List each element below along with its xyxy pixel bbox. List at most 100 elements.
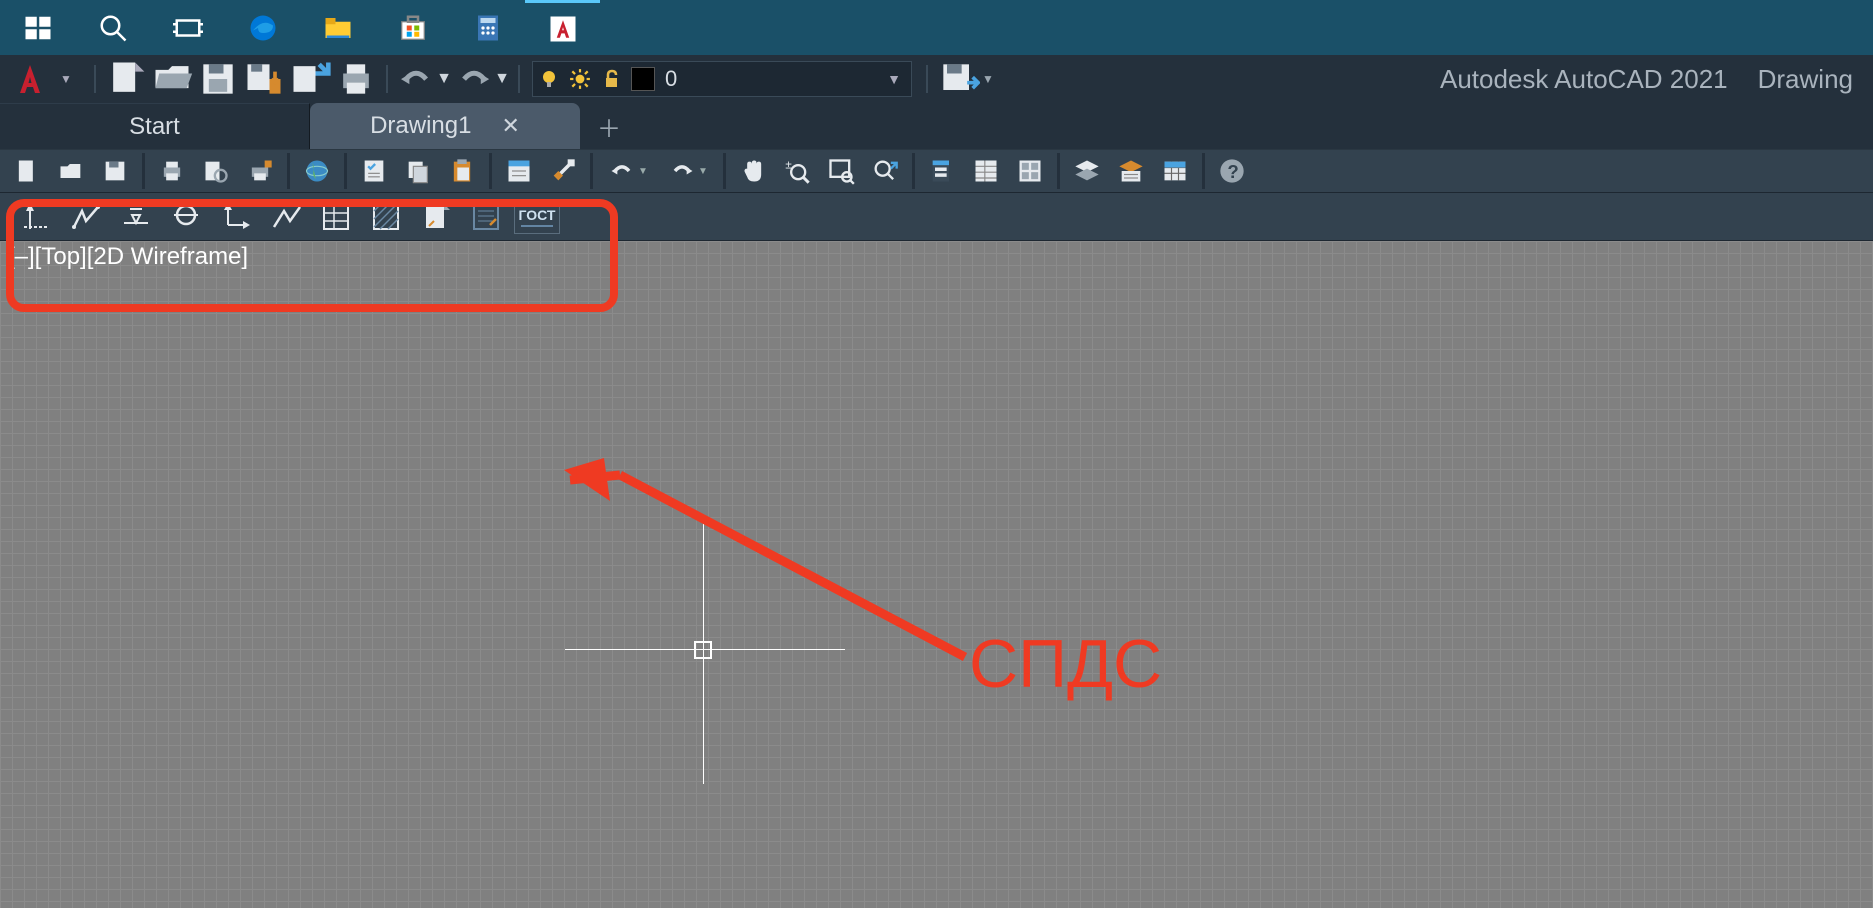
calculator-icon [473, 13, 503, 43]
spds-circle-mark[interactable] [164, 197, 208, 237]
print-button[interactable] [334, 59, 378, 99]
store-button[interactable] [375, 0, 450, 55]
toolbar-separator [142, 153, 145, 189]
close-tab-button[interactable]: ✕ [501, 113, 519, 139]
tab-drawing1[interactable]: Drawing1 ✕ [310, 103, 580, 149]
bulb-icon [539, 69, 559, 89]
tool-palettes[interactable] [921, 152, 963, 190]
share-button[interactable] [936, 59, 980, 99]
search-button[interactable] [75, 0, 150, 55]
tool-print[interactable] [151, 152, 193, 190]
zoom-previous-icon [871, 157, 899, 185]
spds-level[interactable] [114, 197, 158, 237]
spds-gost-button[interactable]: ГОСТ [514, 200, 560, 234]
tool-cut[interactable] [353, 152, 395, 190]
copy-icon [404, 157, 432, 185]
properties-panel-icon [972, 157, 1000, 185]
tool-open[interactable] [50, 152, 92, 190]
tool-redo[interactable]: ▼ [659, 152, 717, 190]
print-icon [334, 57, 378, 101]
tool-layer-state[interactable] [1110, 152, 1152, 190]
chevron-down-icon: ▼ [436, 70, 452, 88]
tool-sheet-set[interactable] [1009, 152, 1051, 190]
chevron-down-icon: ▼ [638, 166, 648, 177]
tool-plot-styles[interactable] [239, 152, 281, 190]
toolbar-separator [344, 153, 347, 189]
save-as-button[interactable] [242, 59, 286, 99]
windows-taskbar [0, 0, 1873, 55]
toolbar-separator [590, 153, 593, 189]
spds-spec-table[interactable] [314, 197, 358, 237]
redo-button[interactable]: ▼ [454, 59, 510, 99]
help-icon: ? [1218, 157, 1246, 185]
spds-axis[interactable] [14, 197, 58, 237]
tab-label: Start [129, 113, 180, 141]
taskview-icon [173, 13, 203, 43]
redo-icon [668, 157, 696, 185]
tool-properties[interactable] [498, 152, 540, 190]
drawing-canvas[interactable]: [–][Top][2D Wireframe] [0, 241, 1873, 908]
redo-icon [454, 59, 494, 99]
tool-zoom-realtime[interactable]: ± [776, 152, 818, 190]
tool-table[interactable] [1154, 152, 1196, 190]
autocad-taskbar-button[interactable] [525, 0, 600, 55]
spds-page-format[interactable] [414, 197, 458, 237]
layer-selector[interactable]: 0 ▼ [532, 61, 912, 97]
spds-weld[interactable] [264, 197, 308, 237]
tool-match-properties[interactable] [542, 152, 584, 190]
tool-zoom-window[interactable] [820, 152, 862, 190]
open-folder-icon [57, 157, 85, 185]
tool-paste[interactable] [441, 152, 483, 190]
tool-help[interactable]: ? [1211, 152, 1253, 190]
task-view-button[interactable] [150, 0, 225, 55]
tool-publish[interactable] [296, 152, 338, 190]
title-bar: Autodesk AutoCAD 2021 Drawing [1440, 55, 1853, 103]
spds-form[interactable] [464, 197, 508, 237]
new-tab-button[interactable]: ＋ [586, 103, 632, 149]
spds-hatch[interactable] [364, 197, 408, 237]
open-web-button[interactable] [288, 59, 332, 99]
tool-copy[interactable] [397, 152, 439, 190]
spds-section[interactable] [214, 197, 258, 237]
tool-new[interactable] [6, 152, 48, 190]
form-icon [470, 201, 502, 233]
level-mark-icon [120, 201, 152, 233]
undo-button[interactable]: ▼ [396, 59, 452, 99]
zoom-window-icon [827, 157, 855, 185]
quick-access-toolbar: ▼ ▼ [88, 59, 526, 99]
application-menu-button[interactable] [0, 55, 60, 103]
file-explorer-button[interactable] [300, 0, 375, 55]
undo-icon [608, 157, 636, 185]
qat-separator [926, 65, 928, 93]
viewport-controls[interactable]: [–][Top][2D Wireframe] [8, 243, 248, 271]
paste-icon [448, 157, 476, 185]
windows-icon [23, 13, 53, 43]
autocad-app-icon [548, 14, 578, 44]
start-button[interactable] [0, 0, 75, 55]
edge-button[interactable] [225, 0, 300, 55]
tool-zoom-previous[interactable] [864, 152, 906, 190]
spds-break[interactable] [64, 197, 108, 237]
tool-undo[interactable]: ▼ [599, 152, 657, 190]
app-menu-caret-icon: ▼ [60, 72, 78, 86]
save-button[interactable] [196, 59, 240, 99]
chevron-down-icon: ▼ [982, 72, 994, 86]
save-icon [196, 57, 240, 101]
checklist-icon [360, 157, 388, 185]
tool-properties-panel[interactable] [965, 152, 1007, 190]
document-title: Drawing [1758, 64, 1853, 95]
open-button[interactable] [150, 59, 194, 99]
layer-state-icon [1117, 157, 1145, 185]
layer-color-swatch [631, 67, 655, 91]
folder-icon [323, 13, 353, 43]
print-icon [158, 157, 186, 185]
new-button[interactable] [104, 59, 148, 99]
tool-layers[interactable] [1066, 152, 1108, 190]
tab-start[interactable]: Start [0, 103, 310, 149]
tool-save[interactable] [94, 152, 136, 190]
tool-palettes-icon [928, 157, 956, 185]
tab-label: Drawing1 [370, 112, 471, 140]
tool-print-preview[interactable] [195, 152, 237, 190]
calculator-button[interactable] [450, 0, 525, 55]
tool-pan[interactable] [732, 152, 774, 190]
